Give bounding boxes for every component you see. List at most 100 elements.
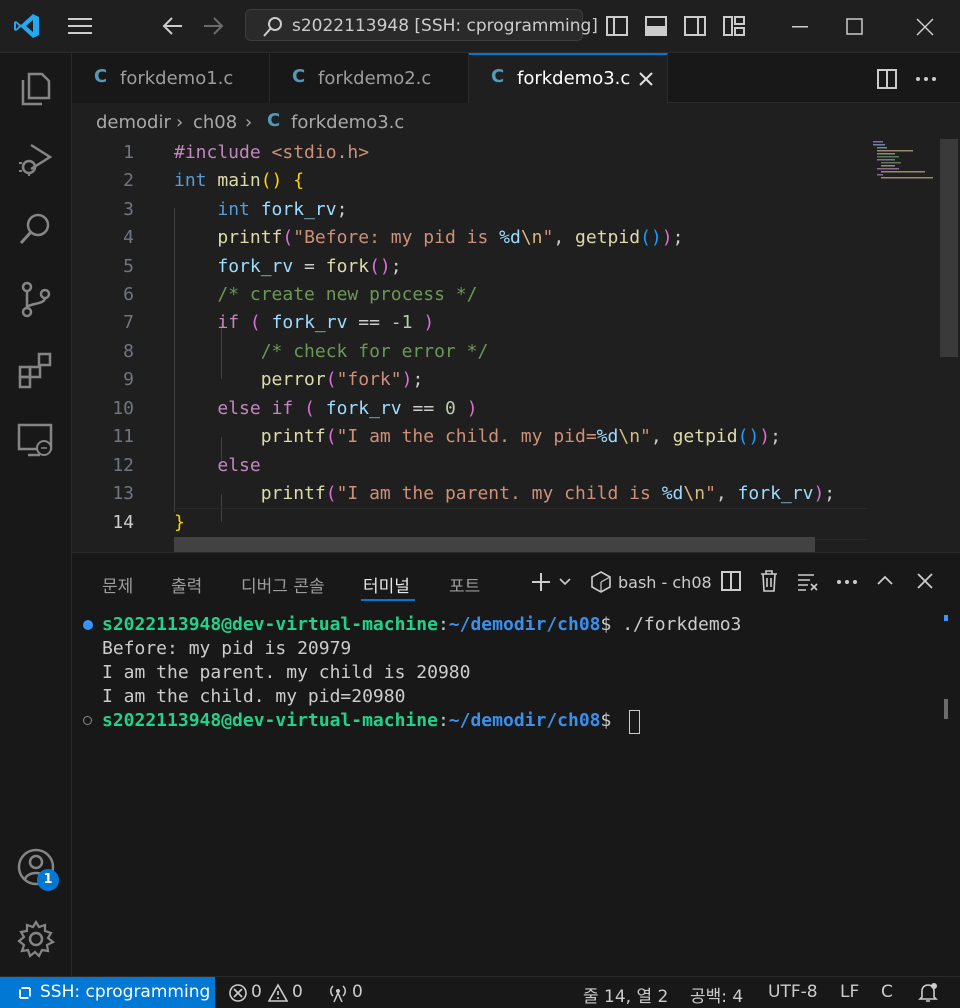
editor-vertical-scrollbar[interactable] <box>940 139 958 552</box>
bottom-panel: 문제 출력 디버그 콘솔 터미널 포트 bash - ch08 s2022113… <box>72 552 960 976</box>
more-actions-icon[interactable] <box>915 68 937 90</box>
terminal-cursor <box>629 710 640 734</box>
code-line: 7 if ( fork_rv == -1 ) <box>123 312 435 333</box>
end-of-line[interactable]: LF <box>840 982 859 1002</box>
ports-antenna-icon[interactable] <box>328 983 348 1003</box>
terminal-output-line: I am the parent. my child is 20980 <box>102 662 471 683</box>
error-icon[interactable] <box>228 983 248 1003</box>
vscode-logo-icon <box>13 12 41 40</box>
notifications-bell-icon[interactable] <box>917 982 939 1004</box>
close-tab-icon[interactable] <box>637 70 655 88</box>
command-center-search[interactable]: s2022113948 [SSH: cprogramming] <box>245 9 598 41</box>
code-line: 1 #include <stdio.h> <box>123 142 370 163</box>
status-bar: SSH: cprogramming 0 0 0 줄 14, 열 2 공백: 4 … <box>0 976 960 1008</box>
extensions-icon[interactable] <box>16 349 56 389</box>
c-file-icon: C <box>267 110 281 131</box>
c-file-icon: C <box>94 66 108 87</box>
account-badge: 1 <box>37 869 59 891</box>
split-editor-icon[interactable] <box>876 68 898 90</box>
remote-explorer-icon[interactable] <box>16 419 56 459</box>
source-control-icon[interactable] <box>16 279 56 319</box>
new-terminal-icon[interactable] <box>530 571 552 593</box>
tab-output[interactable]: 출력 <box>171 572 202 597</box>
code-line: 13 printf("I am the parent. my child is … <box>112 483 836 504</box>
scrollbar-thumb[interactable] <box>940 139 958 357</box>
code-line: 14} <box>112 512 185 533</box>
breadcrumb-folder[interactable]: demodir <box>96 112 171 133</box>
code-line: 5 fork_rv = fork(); <box>123 256 402 277</box>
code-line: 6 /* create new process */ <box>123 284 478 305</box>
language-mode[interactable]: C <box>881 982 893 1002</box>
error-count[interactable]: 0 <box>251 982 262 1002</box>
remote-label: SSH: cprogramming <box>40 982 211 1002</box>
search-text: s2022113948 [SSH: cprogramming] <box>292 16 598 36</box>
run-debug-icon[interactable] <box>16 139 56 179</box>
minimap[interactable] <box>867 139 940 552</box>
breadcrumb-separator: › <box>176 112 184 133</box>
code-line: 10 else if ( fork_rv == 0 ) <box>112 398 478 419</box>
accounts-icon[interactable]: 1 <box>16 847 59 891</box>
maximize-icon[interactable] <box>845 17 865 37</box>
breadcrumb-separator: › <box>245 112 253 133</box>
tab-debug-console[interactable]: 디버그 콘솔 <box>241 572 325 597</box>
terminal-prompt-line[interactable]: s2022113948@dev-virtual-machine:~/demodi… <box>102 710 622 731</box>
code-line: 11 printf("I am the child. my pid=%d\n",… <box>112 426 781 447</box>
command-pending-dot[interactable] <box>83 716 92 725</box>
warning-icon[interactable] <box>268 983 288 1003</box>
command-success-dot[interactable] <box>83 620 93 630</box>
close-panel-icon[interactable] <box>915 571 935 591</box>
search-view-icon[interactable] <box>16 209 56 249</box>
editor-horizontal-scrollbar[interactable] <box>174 537 815 552</box>
indentation[interactable]: 공백: 4 <box>690 982 743 1007</box>
code-line: 2 int main() { <box>123 170 305 191</box>
tab-forkdemo1[interactable]: C forkdemo1.c <box>72 53 270 103</box>
customize-layout-icon[interactable] <box>722 15 746 37</box>
minimize-icon[interactable] <box>790 20 810 32</box>
tab-label: forkdemo1.c <box>120 68 234 89</box>
terminal-scroll-marker <box>944 699 948 719</box>
clear-terminal-icon[interactable] <box>796 571 820 593</box>
encoding[interactable]: UTF-8 <box>768 982 818 1002</box>
code-line: 12 else <box>112 455 261 476</box>
split-terminal-icon[interactable] <box>720 570 742 592</box>
toggle-primary-sidebar-icon[interactable] <box>605 15 629 37</box>
terminal-name[interactable]: bash - ch08 <box>618 573 712 592</box>
tab-forkdemo2[interactable]: C forkdemo2.c <box>270 53 469 103</box>
close-window-icon[interactable] <box>914 16 936 38</box>
activity-bar: 1 <box>0 53 72 976</box>
toggle-secondary-sidebar-icon[interactable] <box>683 15 707 37</box>
terminal-output-line: I am the child. my pid=20980 <box>102 686 406 707</box>
terminal-line: s2022113948@dev-virtual-machine:~/demodi… <box>102 614 742 635</box>
more-actions-icon[interactable] <box>836 571 858 593</box>
menu-icon[interactable] <box>66 15 94 37</box>
code-editor[interactable]: 1 #include <stdio.h> 2 int main() { 3 int … <box>72 139 867 552</box>
maximize-panel-chevron-up-icon[interactable] <box>875 572 895 588</box>
breadcrumb-file[interactable]: forkdemo3.c <box>291 112 404 133</box>
c-file-icon: C <box>292 66 306 87</box>
ports-count[interactable]: 0 <box>352 982 363 1002</box>
terminal-shell-icon <box>590 570 612 594</box>
cursor-position[interactable]: 줄 14, 열 2 <box>583 982 668 1007</box>
tab-label: forkdemo2.c <box>318 68 432 89</box>
remote-icon <box>16 984 34 1002</box>
settings-gear-icon[interactable] <box>16 919 56 959</box>
tab-problems[interactable]: 문제 <box>102 572 133 597</box>
kill-terminal-trash-icon[interactable] <box>758 569 780 593</box>
tab-forkdemo3[interactable]: C forkdemo3.c <box>469 53 668 104</box>
warning-count[interactable]: 0 <box>292 982 303 1002</box>
remote-indicator[interactable]: SSH: cprogramming <box>0 977 215 1008</box>
breadcrumb-subfolder[interactable]: ch08 <box>193 112 237 133</box>
code-line: 4 printf("Before: my pid is %d\n", getpi… <box>123 227 684 248</box>
terminal-scroll-marker <box>944 615 948 621</box>
tab-ports[interactable]: 포트 <box>449 572 480 597</box>
forward-arrow-icon[interactable] <box>200 13 226 39</box>
search-icon <box>262 16 284 38</box>
chevron-down-icon[interactable] <box>558 576 572 588</box>
code-line: 3 int fork_rv; <box>123 199 348 220</box>
c-file-icon: C <box>491 66 505 87</box>
tab-terminal[interactable]: 터미널 <box>363 572 410 597</box>
back-arrow-icon[interactable] <box>160 13 186 39</box>
explorer-icon[interactable] <box>16 69 56 109</box>
toggle-panel-icon[interactable] <box>644 15 668 37</box>
breadcrumb: demodir › ch08 › C forkdemo3.c <box>72 103 960 139</box>
